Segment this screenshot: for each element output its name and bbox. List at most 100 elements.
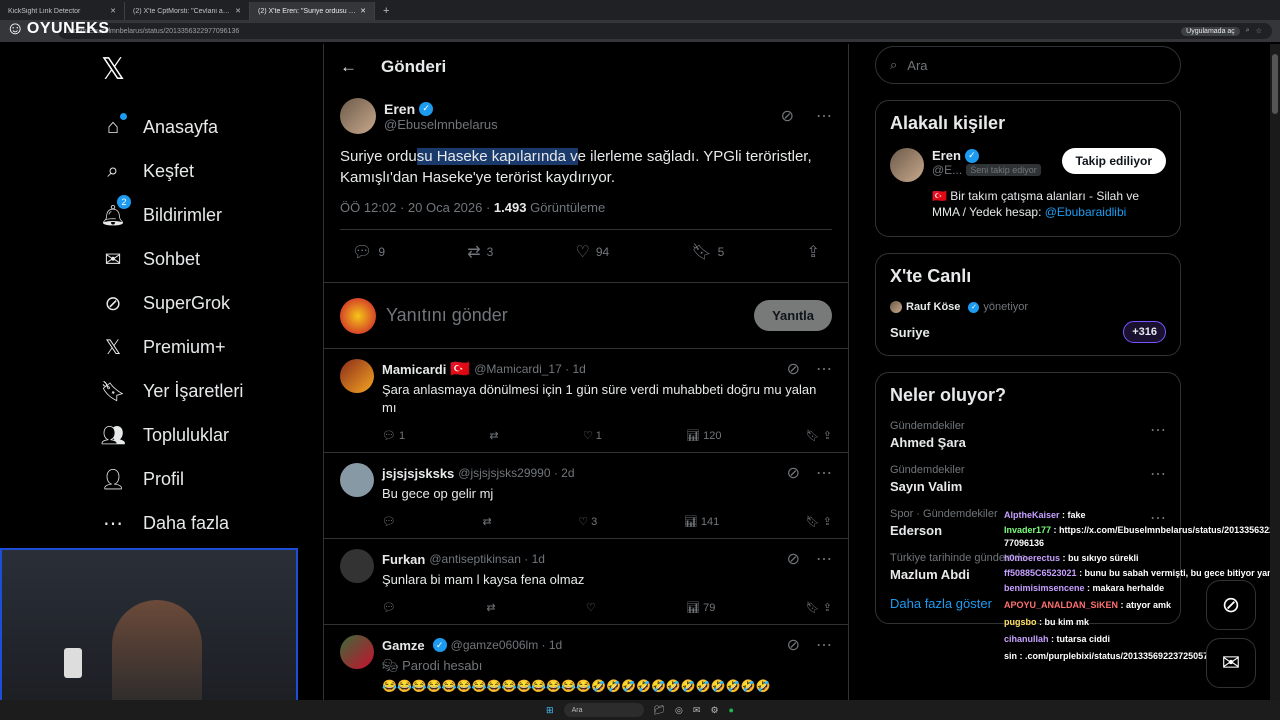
url-field[interactable]: x.com/Ebuselmnbelarus/status/20133563229… xyxy=(58,23,1272,39)
grok-fab-button[interactable]: ⊘ xyxy=(1206,580,1256,630)
like-button[interactable]: ♡ 3 xyxy=(578,515,597,528)
messages-fab-button[interactable]: ✉ xyxy=(1206,638,1256,688)
reply-button[interactable]: 💬︎ xyxy=(382,515,396,528)
search-input[interactable]: ⌕ Ara xyxy=(875,46,1181,84)
author-handle[interactable]: @antiseptikinsan · 1d xyxy=(429,552,545,566)
grok-icon[interactable]: ⊘ xyxy=(787,549,800,569)
more-options-icon[interactable]: ⋯ xyxy=(816,635,832,655)
reply-submit-button[interactable]: Yanıtla xyxy=(754,300,832,331)
author-name[interactable]: Gamze xyxy=(382,638,425,653)
like-button[interactable]: ♡ 1 xyxy=(583,429,602,442)
bookmark-button[interactable]: 🔖︎ ⇪ xyxy=(806,601,832,614)
reply-button[interactable]: 💬︎ xyxy=(382,601,396,614)
views-button[interactable]: 📊︎ 141 xyxy=(684,515,719,528)
avatar[interactable] xyxy=(340,463,374,497)
author-handle[interactable]: @gamze0606lm · 1d xyxy=(451,638,563,652)
settings-icon[interactable]: ⚙ xyxy=(710,705,718,716)
music-icon[interactable]: ● xyxy=(729,705,734,715)
taskbar-search[interactable]: Ara xyxy=(563,703,644,717)
grok-icon[interactable]: ⊘ xyxy=(781,106,794,126)
sidebar-item-home[interactable]: ⌂ Anasayfa xyxy=(95,105,315,149)
mail-icon[interactable]: ✉ xyxy=(693,705,701,716)
live-card[interactable]: X'te Canlı Rauf Köse ✓ yönetiyor Suriye +… xyxy=(875,253,1181,356)
author-name[interactable]: Mamicardi xyxy=(382,362,446,377)
bookmark-button[interactable]: 🔖︎ ⇪ xyxy=(806,515,832,528)
more-options-icon[interactable]: ⋯ xyxy=(816,549,832,569)
close-icon[interactable]: ✕ xyxy=(110,7,116,15)
zoom-icon[interactable]: ⌕ xyxy=(1246,27,1250,35)
bio-link[interactable]: @Ebubaraidlibi xyxy=(1045,205,1127,219)
sidebar-item-more[interactable]: ⋯ Daha fazla xyxy=(95,501,315,545)
share-icon[interactable]: ⇪ xyxy=(823,430,832,442)
grok-icon[interactable]: ⊘ xyxy=(787,463,800,483)
avatar[interactable] xyxy=(340,359,374,393)
author-name[interactable]: Furkan xyxy=(382,552,425,567)
author-name[interactable]: Eren xyxy=(932,148,961,163)
share-icon[interactable]: ⇪ xyxy=(823,602,832,614)
repost-button[interactable]: ⇄ xyxy=(486,601,495,614)
more-options-icon[interactable]: ⋯ xyxy=(816,463,832,483)
author-name[interactable]: jsjsjsjsksks xyxy=(382,466,454,481)
open-in-app-pill[interactable]: Uygulamada aç xyxy=(1181,26,1240,36)
sidebar-item-profile[interactable]: 👤︎ Profil xyxy=(95,457,315,501)
trend-item[interactable]: ⋯ Gündemdekiler Ahmed Şara xyxy=(890,420,1166,450)
sidebar-item-supergrok[interactable]: ⊘ SuperGrok xyxy=(95,281,315,325)
scrollbar-thumb[interactable] xyxy=(1272,54,1278,114)
reply-button[interactable]: 💬︎ 9 xyxy=(352,242,385,262)
bookmark-button[interactable]: 🔖︎ 5 xyxy=(691,242,724,262)
following-button[interactable]: Takip ediliyor xyxy=(1061,148,1166,174)
author-handle[interactable]: @Ebuselmnbelarus xyxy=(384,117,773,132)
tweet-time[interactable]: ÖÖ 12:02 · 20 Oca 2026 · xyxy=(340,200,494,215)
scrollbar[interactable] xyxy=(1270,44,1280,700)
browser-tab[interactable]: (2) X'te CptMorsti: "Cevlani anla ✕ xyxy=(125,2,250,20)
close-icon[interactable]: ✕ xyxy=(235,7,241,15)
like-button[interactable]: ♡ 94 xyxy=(575,242,609,262)
reply-input[interactable]: Yanıtını gönder xyxy=(386,305,744,326)
sidebar-item-bookmarks[interactable]: 🔖︎ Yer İşaretleri xyxy=(95,369,315,413)
close-icon[interactable]: ✕ xyxy=(360,7,366,15)
reply-tweet[interactable]: Furkan @antiseptikinsan · 1d ⊘ ⋯ Şunlara bi… xyxy=(324,538,848,624)
views-button[interactable]: 📊︎ 79 xyxy=(686,601,715,614)
listener-count[interactable]: +316 xyxy=(1123,321,1166,343)
sidebar-item-communities[interactable]: 👥︎ Topluluklar xyxy=(95,413,315,457)
sidebar-item-chat[interactable]: ✉ Sohbet xyxy=(95,237,315,281)
like-button[interactable]: ♡ xyxy=(586,601,596,614)
avatar[interactable] xyxy=(890,148,924,182)
author-name[interactable]: Eren xyxy=(384,101,415,117)
share-icon[interactable]: ⇪ xyxy=(823,516,832,528)
grok-icon[interactable]: ⊘ xyxy=(787,635,800,655)
x-logo-icon[interactable]: 𝕏 xyxy=(101,52,315,87)
avatar[interactable] xyxy=(340,635,374,669)
reply-tweet[interactable]: jsjsjsjsksks @jsjsjsjsks29990 · 2d ⊘ ⋯ Bu g… xyxy=(324,452,848,538)
new-tab-button[interactable]: + xyxy=(375,2,397,20)
grok-icon[interactable]: ⊘ xyxy=(787,359,800,379)
repost-button[interactable]: ⇄ xyxy=(489,429,498,442)
avatar[interactable] xyxy=(340,98,376,134)
sidebar-item-notifications[interactable]: 🔔︎ 2 Bildirimler xyxy=(95,193,315,237)
more-options-icon[interactable]: ⋯ xyxy=(816,106,832,126)
reply-tweet[interactable]: Mamicardi 🇹🇷 @Mamicardi_17 · 1d ⊘ ⋯ Şara anl… xyxy=(324,348,848,452)
bookmark-button[interactable]: 🔖︎ ⇪ xyxy=(806,429,832,442)
views-button[interactable]: 📊︎ 120 xyxy=(686,429,721,442)
author-handle[interactable]: @E... xyxy=(932,163,962,177)
trend-item[interactable]: ⋯ Gündemdekiler Sayın Valim xyxy=(890,464,1166,494)
more-options-icon[interactable]: ⋯ xyxy=(1150,464,1166,484)
avatar[interactable] xyxy=(340,549,374,583)
reply-button[interactable]: 💬︎ 1 xyxy=(382,429,405,442)
author-handle[interactable]: @Mamicardi_17 · 1d xyxy=(474,362,586,376)
reply-tweet[interactable]: Gamze ✓ @gamze0606lm · 1d ⊘ ⋯ 🎭︎ Parodi hesa… xyxy=(324,624,848,705)
author-handle[interactable]: @jsjsjsjsks29990 · 2d xyxy=(458,466,574,480)
star-icon[interactable]: ☆ xyxy=(1256,27,1262,35)
share-button[interactable]: ⇪ xyxy=(807,242,820,262)
windows-start-icon[interactable]: ⊞ xyxy=(546,705,554,716)
browser-icon[interactable]: ◎ xyxy=(675,705,683,716)
more-options-icon[interactable]: ⋯ xyxy=(1150,420,1166,440)
sidebar-item-premium[interactable]: 𝕏 Premium+ xyxy=(95,325,315,369)
sidebar-item-explore[interactable]: ⌕ Keşfet xyxy=(95,149,315,193)
folder-icon[interactable]: 📁︎ xyxy=(654,705,665,716)
repost-button[interactable]: ⇄ xyxy=(482,515,491,528)
repost-button[interactable]: ⇄ 3 xyxy=(467,242,493,262)
back-arrow-icon[interactable]: ← xyxy=(340,57,357,77)
browser-tab-active[interactable]: (2) X'te Eren: "Suriye ordusu Ha ✕ xyxy=(250,2,375,20)
more-options-icon[interactable]: ⋯ xyxy=(816,359,832,379)
